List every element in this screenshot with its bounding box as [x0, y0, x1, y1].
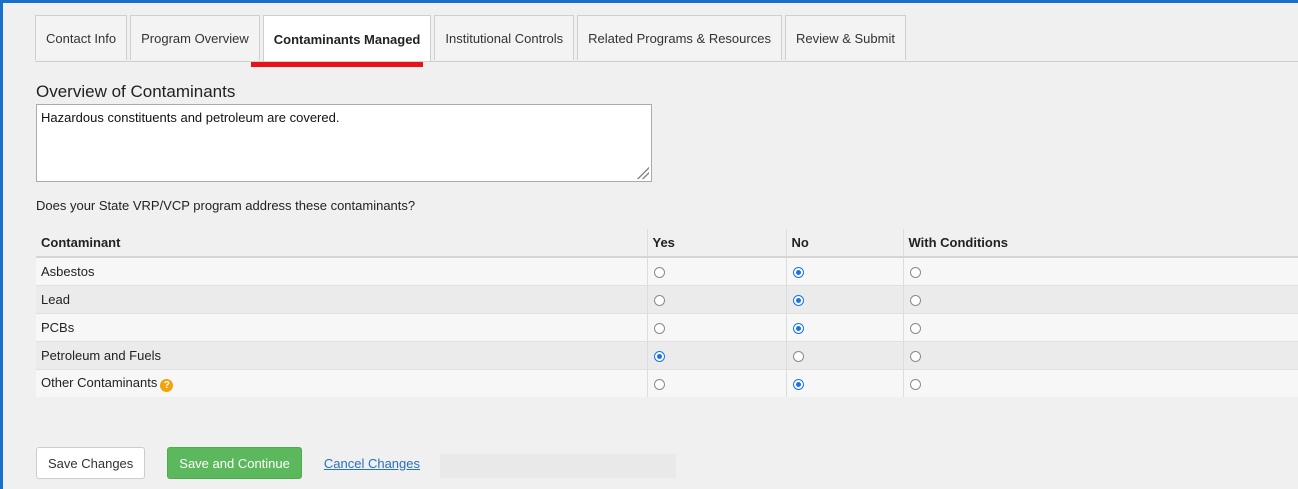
radio-no[interactable]	[792, 378, 804, 390]
save-changes-button[interactable]: Save Changes	[36, 447, 146, 479]
tab-bar: Contact Info Program Overview Contaminan…	[35, 15, 909, 62]
contaminant-name: PCBs	[36, 312, 647, 341]
tab-review-submit[interactable]: Review & Submit	[784, 15, 906, 60]
resize-handle-icon[interactable]	[637, 167, 649, 179]
radio-with-conditions[interactable]	[909, 350, 921, 362]
placeholder-bar	[440, 454, 676, 478]
tab-label: Institutional Controls	[445, 30, 564, 46]
cell-no	[785, 312, 903, 341]
contaminant-name: Other Contaminants?	[36, 368, 647, 397]
radio-yes[interactable]	[653, 322, 665, 334]
overview-title: Overview of Contaminants	[36, 82, 236, 101]
radio-no[interactable]	[792, 266, 804, 278]
contaminant-name: Petroleum and Fuels	[36, 340, 647, 369]
radio-yes[interactable]	[653, 294, 665, 306]
table-row: Other Contaminants?	[36, 368, 1298, 397]
radio-yes[interactable]	[653, 350, 665, 362]
save-and-continue-button[interactable]: Save and Continue	[167, 447, 302, 479]
table-row: Petroleum and Fuels	[36, 340, 1298, 369]
column-header-contaminant: Contaminant	[36, 229, 647, 258]
cell-with-conditions	[902, 312, 1298, 341]
overview-text: Hazardous constituents and petroleum are…	[41, 110, 340, 125]
contaminant-name: Asbestos	[36, 256, 647, 285]
cell-with-conditions	[902, 340, 1298, 369]
contaminant-label: Other Contaminants	[41, 374, 158, 390]
radio-with-conditions[interactable]	[909, 322, 921, 334]
column-header-with-conditions: With Conditions	[902, 229, 1298, 258]
table-row: Asbestos	[36, 256, 1298, 285]
tab-label: Contact Info	[46, 30, 117, 46]
contaminant-name: Lead	[36, 284, 647, 313]
contaminant-label: Asbestos	[41, 263, 95, 279]
action-buttons: Save Changes Save and Continue Cancel Ch…	[36, 447, 420, 479]
radio-with-conditions[interactable]	[909, 266, 921, 278]
radio-yes[interactable]	[653, 266, 665, 278]
table-header-row: Contaminant Yes No With Conditions	[36, 229, 1298, 258]
radio-no[interactable]	[792, 322, 804, 334]
cell-no	[785, 284, 903, 313]
tab-institutional-controls[interactable]: Institutional Controls	[434, 15, 575, 60]
app-frame: Contact Info Program Overview Contaminan…	[0, 0, 1298, 489]
cancel-changes-link[interactable]: Cancel Changes	[324, 456, 420, 471]
table-row: Lead	[36, 284, 1298, 313]
tab-label: Program Overview	[141, 30, 249, 46]
contaminants-table: Contaminant Yes No With Conditions Asbes…	[36, 229, 1298, 397]
cell-yes	[646, 312, 786, 341]
tab-label: Related Programs & Resources	[588, 30, 771, 46]
tab-label: Review & Submit	[795, 30, 895, 46]
table-row: PCBs	[36, 312, 1298, 341]
cell-with-conditions	[902, 368, 1298, 397]
cell-with-conditions	[902, 284, 1298, 313]
tab-contaminants-managed[interactable]: Contaminants Managed	[262, 15, 432, 62]
contaminants-question: Does your State VRP/VCP program address …	[36, 198, 416, 213]
cell-yes	[646, 284, 786, 313]
cell-yes	[646, 256, 786, 285]
help-icon[interactable]: ?	[160, 378, 174, 392]
overview-textarea[interactable]: Hazardous constituents and petroleum are…	[36, 104, 652, 182]
radio-with-conditions[interactable]	[909, 378, 921, 390]
tab-contact-info[interactable]: Contact Info	[35, 15, 128, 60]
active-tab-underline	[251, 62, 423, 67]
radio-yes[interactable]	[653, 378, 665, 390]
column-header-yes: Yes	[646, 229, 786, 258]
cell-no	[785, 368, 903, 397]
cell-no	[785, 256, 903, 285]
tab-program-overview[interactable]: Program Overview	[130, 15, 260, 60]
contaminant-label: Lead	[41, 291, 70, 307]
contaminant-label: PCBs	[41, 319, 75, 335]
tab-divider	[35, 61, 1298, 62]
radio-no[interactable]	[792, 350, 804, 362]
tab-label: Contaminants Managed	[273, 31, 421, 47]
cell-no	[785, 340, 903, 369]
cell-yes	[646, 340, 786, 369]
contaminant-label: Petroleum and Fuels	[41, 347, 161, 363]
cell-yes	[646, 368, 786, 397]
cell-with-conditions	[902, 256, 1298, 285]
column-header-no: No	[785, 229, 903, 258]
tab-related-programs[interactable]: Related Programs & Resources	[577, 15, 782, 60]
radio-with-conditions[interactable]	[909, 294, 921, 306]
radio-no[interactable]	[792, 294, 804, 306]
